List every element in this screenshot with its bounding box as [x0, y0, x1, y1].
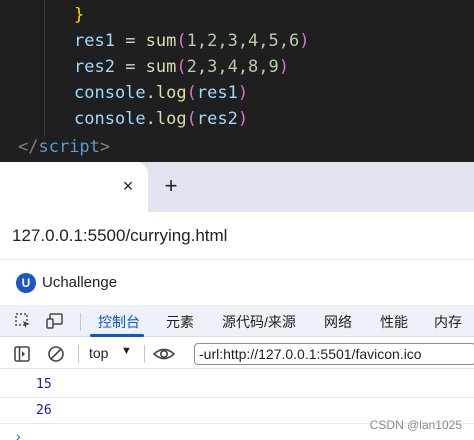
toolbar-divider — [144, 345, 145, 363]
console-output: 15 26 › CSDN @lan1025 — [0, 370, 474, 440]
context-selector[interactable]: top — [89, 345, 108, 361]
watermark: CSDN @lan1025 — [369, 418, 462, 432]
tab-elements[interactable]: 元素 — [166, 312, 194, 332]
eye-icon[interactable] — [152, 344, 176, 364]
browser-tab[interactable]: × — [0, 162, 148, 212]
chevron-down-icon[interactable]: ▼ — [121, 345, 132, 357]
address-bar[interactable]: 127.0.0.1:5500/currying.html — [0, 212, 474, 260]
tab-console[interactable]: 控制台 — [98, 312, 140, 332]
code-editor[interactable]: } res1 = sum(1,2,3,4,5,6) res2 = sum(2,3… — [0, 0, 474, 162]
uchallenge-favicon-icon[interactable]: U — [16, 273, 36, 293]
code-line-brace: } — [74, 5, 85, 25]
code-line-res2: res2 = sum(2,3,4,8,9) — [74, 57, 290, 77]
code-line-res1: res1 = sum(1,2,3,4,5,6) — [74, 31, 310, 51]
new-tab-button[interactable]: + — [160, 173, 182, 199]
browser-tab-strip: × + — [0, 162, 474, 212]
inspect-element-icon[interactable] — [14, 312, 32, 330]
console-message-value: 26 — [36, 403, 52, 418]
console-message: 15 — [0, 372, 474, 398]
toolbar-divider — [78, 345, 79, 363]
console-filter-input[interactable]: -url:http://127.0.0.1:5501/favicon.ico — [194, 343, 474, 365]
sidebar-toggle-icon[interactable] — [12, 344, 32, 364]
code-line-log-res1: console.log(res1) — [74, 83, 249, 103]
bookmark-bar: U Uchallenge — [0, 261, 474, 305]
tab-memory[interactable]: 内存 — [434, 312, 462, 332]
console-toolbar: top ▼ -url:http://127.0.0.1:5501/favicon… — [0, 338, 474, 369]
url-text[interactable]: 127.0.0.1:5500/currying.html — [12, 226, 227, 246]
console-message-value: 15 — [36, 377, 52, 392]
tab-network[interactable]: 网络 — [324, 312, 352, 332]
indent-guide — [44, 0, 45, 138]
console-prompt-icon[interactable]: › — [16, 428, 21, 440]
toolbar-divider — [80, 313, 81, 331]
devtools-tab-bar: 控制台 元素 源代码/来源 网络 性能 内存 — [0, 305, 474, 337]
code-line-close-script: </script> — [18, 137, 111, 157]
filter-value: -url:http://127.0.0.1:5501/favicon.ico — [199, 346, 422, 362]
close-tab-icon[interactable]: × — [118, 174, 138, 198]
clear-console-icon[interactable] — [46, 344, 66, 364]
tab-sources[interactable]: 源代码/来源 — [222, 312, 296, 332]
active-tab-indicator — [90, 334, 144, 337]
tab-performance[interactable]: 性能 — [380, 312, 408, 332]
device-toolbar-icon[interactable] — [46, 312, 64, 330]
bookmark-uchallenge[interactable]: Uchallenge — [42, 274, 117, 291]
code-line-log-res2: console.log(res2) — [74, 109, 249, 129]
